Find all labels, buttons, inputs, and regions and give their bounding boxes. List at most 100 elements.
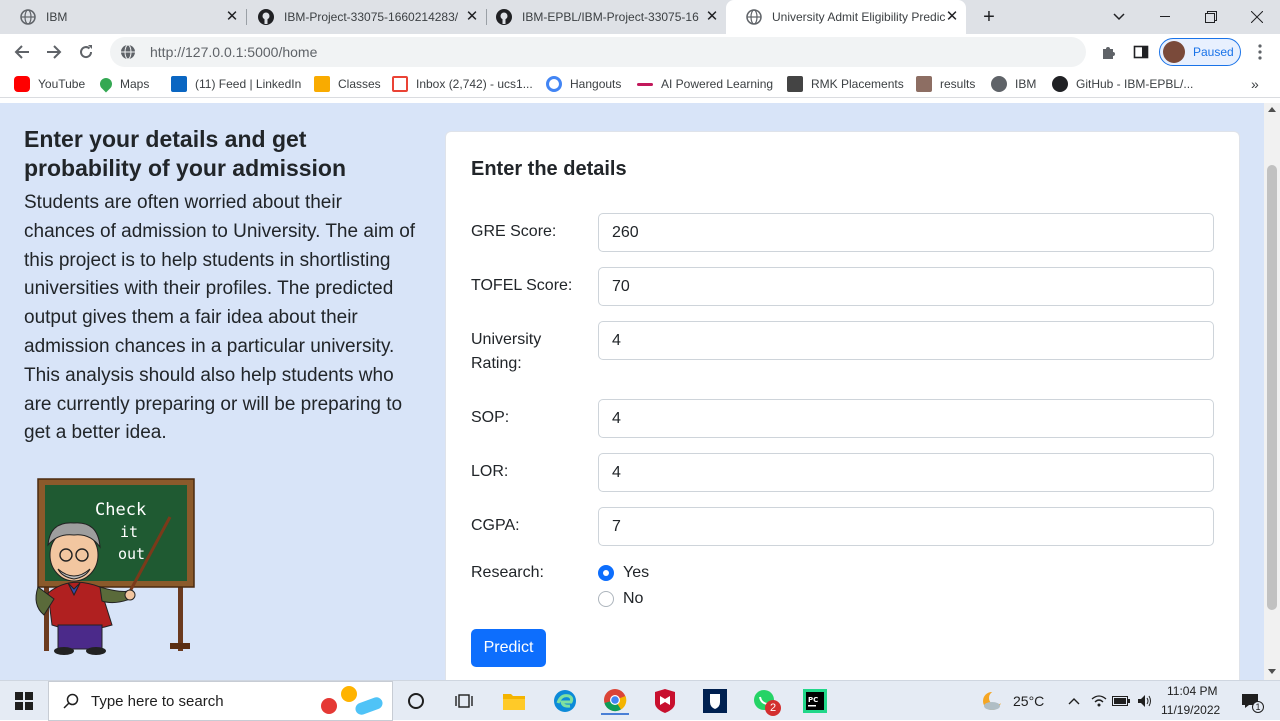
restore-button[interactable] xyxy=(1188,0,1234,34)
scroll-down-arrow-icon[interactable] xyxy=(1268,669,1276,674)
taskbar-chrome[interactable] xyxy=(601,687,629,715)
bookmark-ibm[interactable]: IBM xyxy=(991,75,1036,93)
bookmark-ai-learning[interactable]: AI Powered Learning xyxy=(637,75,773,93)
new-tab-button[interactable]: + xyxy=(966,0,1012,34)
google-g-icon xyxy=(546,76,562,92)
search-highlight-icon xyxy=(321,686,383,715)
tab-ibm[interactable]: IBM ✕ xyxy=(0,0,246,34)
sop-label: SOP: xyxy=(471,409,510,426)
windows-taskbar: Type here to search 2 PC 25°C 11:04 PM 1… xyxy=(0,680,1280,721)
bookmarks-overflow-button[interactable]: » xyxy=(1251,75,1259,93)
taskbar-search-box[interactable]: Type here to search xyxy=(48,681,393,721)
scrollbar-thumb[interactable] xyxy=(1267,165,1277,610)
reload-icon xyxy=(80,45,93,59)
forward-arrow-icon xyxy=(47,45,62,59)
bookmark-label: Classes xyxy=(338,77,381,91)
tab-search-chevron-icon[interactable] xyxy=(1096,0,1142,34)
tab-github-project[interactable]: IBM-Project-33075-1660214283/ ✕ xyxy=(238,0,486,34)
gmail-icon xyxy=(392,76,408,92)
wifi-icon xyxy=(1091,695,1107,707)
edge-icon xyxy=(554,690,576,712)
page-description: Students are often worried about their c… xyxy=(24,192,416,444)
speaker-icon xyxy=(1138,695,1151,707)
globe-icon xyxy=(20,9,36,25)
close-icon[interactable]: ✕ xyxy=(704,9,720,25)
address-bar[interactable]: http://127.0.0.1:5000/home xyxy=(110,37,1086,67)
tab-university-admit[interactable]: University Admit Eligibility Predic ✕ xyxy=(726,0,966,34)
tab-github-epbl[interactable]: IBM-EPBL/IBM-Project-33075-16 ✕ xyxy=(476,0,726,34)
bookmark-linkedin[interactable]: (11) Feed | LinkedIn xyxy=(171,75,301,93)
forward-button[interactable] xyxy=(40,38,68,66)
reload-button[interactable] xyxy=(72,38,100,66)
lor-input[interactable]: 4 xyxy=(598,453,1214,492)
weather-widget[interactable] xyxy=(978,687,1006,715)
bookmark-label: GitHub - IBM-EPBL/... xyxy=(1076,77,1194,91)
github-icon xyxy=(258,9,274,25)
taskbar-pycharm[interactable]: PC xyxy=(801,687,829,715)
page-content: Enter your details and get probability o… xyxy=(0,103,1264,680)
show-hidden-icons-button[interactable] xyxy=(1060,687,1088,715)
profile-status: Paused xyxy=(1193,45,1234,59)
page-scrollbar[interactable] xyxy=(1264,103,1280,680)
taskbar-mcafee[interactable] xyxy=(651,687,679,715)
back-button[interactable] xyxy=(8,38,36,66)
search-icon xyxy=(63,693,79,709)
github-icon xyxy=(1052,76,1068,92)
mcafee-shield-icon xyxy=(655,689,675,713)
minimize-button[interactable] xyxy=(1142,0,1188,34)
radio-yes[interactable] xyxy=(598,565,614,581)
bookmark-maps[interactable]: Maps xyxy=(97,75,149,93)
menu-button[interactable] xyxy=(1246,38,1274,66)
profile-button[interactable]: Paused xyxy=(1159,38,1241,66)
tofel-score-label: TOFEL Score: xyxy=(471,277,573,294)
clock-time[interactable]: 11:04 PM xyxy=(1167,684,1217,698)
cgpa-label: CGPA: xyxy=(471,517,520,534)
classroom-icon xyxy=(314,76,330,92)
site-info-globe-icon[interactable] xyxy=(120,44,136,60)
cgpa-input[interactable]: 7 xyxy=(598,507,1214,546)
research-option-yes[interactable]: Yes xyxy=(598,562,649,584)
taskbar-edge[interactable] xyxy=(551,687,579,715)
browser-tab-strip: IBM ✕ IBM-Project-33075-1660214283/ ✕ IB… xyxy=(0,0,1280,34)
url-path: :5000/home xyxy=(243,44,318,60)
taskbar-whatsapp[interactable]: 2 xyxy=(751,687,781,716)
chevron-up-icon xyxy=(1068,698,1080,705)
predict-button[interactable]: Predict xyxy=(471,629,546,667)
youtube-icon xyxy=(14,76,30,92)
bookmark-classes[interactable]: Classes xyxy=(314,75,381,93)
taskbar-file-explorer[interactable] xyxy=(500,687,528,715)
gre-score-input[interactable]: 260 xyxy=(598,213,1214,252)
cortana-button[interactable] xyxy=(402,687,430,715)
scroll-up-arrow-icon[interactable] xyxy=(1268,107,1276,112)
side-panel-button[interactable] xyxy=(1127,38,1155,66)
bookmark-label: Hangouts xyxy=(570,77,622,91)
temperature-text: 25°C xyxy=(1013,693,1045,709)
board-text: Check xyxy=(95,500,146,520)
bookmark-gmail[interactable]: Inbox (2,742) - ucs1... xyxy=(392,75,533,93)
bookmark-rmk[interactable]: RMK Placements xyxy=(787,75,904,93)
clock-date[interactable]: 11/19/2022 xyxy=(1161,703,1220,717)
research-option-no[interactable]: No xyxy=(598,588,643,610)
close-icon[interactable]: ✕ xyxy=(944,9,960,25)
chrome-icon xyxy=(604,689,627,712)
tab-title: IBM-EPBL/IBM-Project-33075-16 xyxy=(522,10,699,24)
back-arrow-icon xyxy=(14,45,29,59)
volume-button[interactable] xyxy=(1131,687,1159,715)
radio-yes-label: Yes xyxy=(623,564,650,581)
extensions-button[interactable] xyxy=(1095,38,1123,66)
battery-icon xyxy=(1112,696,1130,706)
bookmark-hangouts[interactable]: Hangouts xyxy=(546,75,621,93)
university-rating-input[interactable]: 4 xyxy=(598,321,1214,360)
task-view-button[interactable] xyxy=(450,687,478,715)
close-window-button[interactable] xyxy=(1234,0,1280,34)
sop-input[interactable]: 4 xyxy=(598,399,1214,438)
bookmark-github[interactable]: GitHub - IBM-EPBL/... xyxy=(1052,75,1193,93)
bookmark-results[interactable]: results xyxy=(916,75,975,93)
tofel-score-input[interactable]: 70 xyxy=(598,267,1214,306)
bookmark-youtube[interactable]: YouTube xyxy=(14,75,85,93)
taskbar-defender[interactable] xyxy=(701,687,729,715)
radio-no[interactable] xyxy=(598,591,614,607)
action-center-button[interactable]: 1 xyxy=(1236,687,1264,715)
start-button[interactable] xyxy=(10,687,38,715)
whatsapp-badge: 2 xyxy=(765,700,781,716)
